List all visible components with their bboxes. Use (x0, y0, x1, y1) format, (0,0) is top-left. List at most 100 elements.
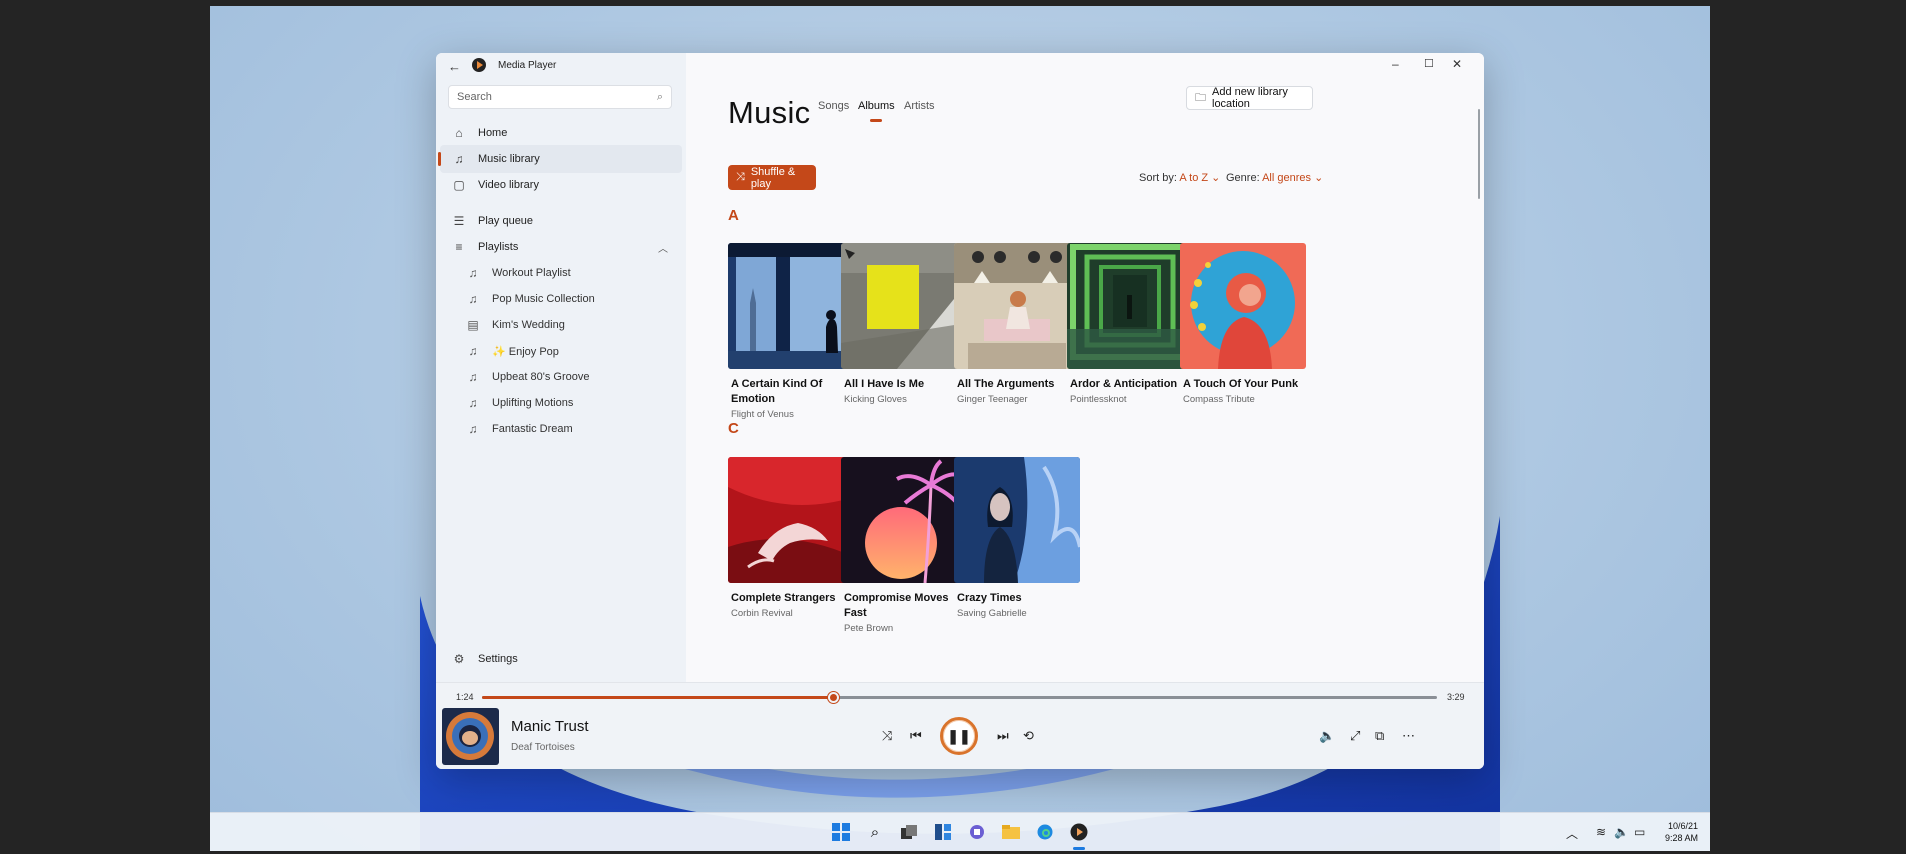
now-playing-album-art[interactable] (442, 708, 499, 765)
now-playing-bar: 1:24 3:29 Manic Trust Deaf Tortoises ⤨ ⏮ (436, 682, 1484, 769)
edge-icon[interactable] (1035, 822, 1055, 842)
genre-dropdown[interactable]: Genre: All genres ⌄ (1226, 171, 1323, 184)
album-artist: Ginger Teenager (957, 394, 1028, 405)
music-note-icon: ♫ (454, 152, 464, 166)
album-artist: Flight of Venus (731, 409, 794, 420)
album-tile[interactable]: All The Arguments Ginger Teenager (954, 243, 1080, 405)
seek-bar-thumb[interactable] (828, 692, 840, 703)
now-playing-artist[interactable]: Deaf Tortoises (511, 742, 575, 753)
chevron-up-icon[interactable]: ︿ (1566, 825, 1578, 842)
more-icon[interactable]: ⋯ (1402, 728, 1415, 744)
album-tile[interactable]: Compromise Moves Fast Pete Brown (841, 457, 967, 634)
sidebar-item-label: Play queue (478, 215, 534, 227)
shuffle-icon[interactable]: ⤨ (882, 728, 892, 744)
start-icon[interactable] (831, 822, 851, 842)
search-icon[interactable]: ⌕ (865, 822, 885, 842)
sidebar-item-video-library[interactable]: ▢ Video library (440, 171, 682, 199)
section-letter-a: A (728, 207, 739, 224)
volume-icon[interactable]: 🔈 (1614, 825, 1629, 839)
chat-icon[interactable] (967, 822, 987, 842)
section-letter-c: C (728, 420, 739, 437)
album-title: All I Have Is Me (844, 378, 925, 390)
add-library-location-button[interactable]: 🗀 Add new library location (1186, 86, 1313, 110)
album-tile[interactable]: A Touch Of Your Punk Compass Tribute (1180, 243, 1306, 405)
album-tile[interactable]: Ardor & Anticipation Pointlessknot (1067, 243, 1193, 405)
now-playing-title[interactable]: Manic Trust (511, 718, 589, 735)
volume-icon[interactable]: 🔈 (1319, 728, 1335, 744)
tab-artists[interactable]: Artists (904, 100, 935, 112)
scrollbar[interactable] (1478, 109, 1480, 199)
screen: ← Media Player ⌕ ⌂ Home ♫ Music library … (0, 0, 1906, 854)
search-box[interactable]: ⌕ (448, 85, 672, 109)
battery-icon[interactable]: ▭ (1634, 825, 1645, 839)
video-playlist-icon: ▤ (467, 318, 479, 332)
playlist-item[interactable]: ♫ Fantastic Dream (466, 416, 676, 442)
playlist-label: ✨ Enjoy Pop (492, 345, 559, 358)
media-player-window: ← Media Player ⌕ ⌂ Home ♫ Music library … (436, 53, 1484, 769)
album-title: A Touch Of Your Punk (1183, 378, 1299, 390)
playlist-item[interactable]: ♫ Upbeat 80's Groove (466, 364, 676, 390)
tab-songs[interactable]: Songs (818, 100, 849, 112)
album-title: Complete Strangers (731, 592, 836, 604)
playlist-item[interactable]: ♫ ✨ Enjoy Pop (466, 338, 676, 364)
genre-label: Genre: (1226, 172, 1260, 184)
maximize-icon[interactable]: ☐ (1424, 57, 1434, 70)
sidebar-item-label: Music library (478, 153, 540, 165)
playlist-item[interactable]: ♫ Uplifting Motions (466, 390, 676, 416)
tab-albums[interactable]: Albums (858, 100, 895, 112)
clock[interactable]: 10/6/21 9:28 AM (1665, 820, 1698, 844)
sidebar-item-music-library[interactable]: ♫ Music library (438, 145, 682, 173)
queue-icon: ☰ (453, 214, 465, 228)
task-view-icon[interactable] (899, 822, 919, 842)
next-icon[interactable]: ⏭ (997, 728, 1009, 744)
playlist-item[interactable]: ▤ Kim's Wedding (466, 312, 676, 338)
playlist-label: Pop Music Collection (492, 293, 595, 305)
chevron-down-icon: ⌄ (1211, 172, 1221, 184)
active-app-indicator (1073, 847, 1085, 850)
taskbar: ⌕ ︿ ≋ 🔈 ▭ 10/6/21 9:28 AM (210, 812, 1710, 851)
album-tile[interactable]: Crazy Times Saving Gabrielle (954, 457, 1080, 619)
playlist-item[interactable]: ♫ Workout Playlist (466, 260, 676, 286)
media-player-taskbar-icon[interactable] (1069, 822, 1089, 842)
album-art (728, 457, 854, 583)
sidebar-item-home[interactable]: ⌂ Home (440, 119, 682, 147)
album-tile[interactable]: Complete Strangers Corbin Revival (728, 457, 854, 619)
pause-button[interactable]: ❚❚ (940, 717, 978, 755)
playlist-label: Workout Playlist (492, 267, 571, 279)
sidebar-item-playlists[interactable]: ≡ Playlists ︿ (440, 233, 682, 261)
album-art (1067, 243, 1193, 369)
elapsed-time: 1:24 (456, 692, 474, 702)
seek-bar[interactable] (482, 692, 1437, 703)
album-tile[interactable]: A Certain Kind Of Emotion Flight of Venu… (728, 243, 854, 420)
album-artist: Pete Brown (844, 623, 894, 634)
widgets-icon[interactable] (933, 822, 953, 842)
back-arrow-icon[interactable]: ← (448, 59, 461, 74)
previous-icon[interactable]: ⏮ (910, 728, 922, 744)
sidebar-item-play-queue[interactable]: ☰ Play queue (440, 207, 682, 235)
album-art (841, 457, 967, 583)
minimize-icon[interactable]: – (1392, 57, 1399, 71)
sidebar-item-label: Video library (478, 179, 539, 191)
search-input[interactable] (449, 86, 639, 108)
file-explorer-icon[interactable] (1001, 822, 1021, 842)
search-icon[interactable]: ⌕ (657, 91, 663, 104)
close-icon[interactable]: ✕ (1452, 57, 1462, 71)
fullscreen-icon[interactable]: ⤢ (1350, 728, 1360, 744)
video-icon: ▢ (453, 178, 465, 192)
repeat-icon[interactable]: ⟲ (1023, 728, 1034, 744)
pause-icon: ❚❚ (947, 727, 971, 744)
album-art (1180, 243, 1306, 369)
shuffle-and-play-button[interactable]: ⤨ Shuffle & play (728, 165, 816, 190)
music-note-icon: ♫ (468, 370, 478, 384)
playlist-item[interactable]: ♫ Pop Music Collection (466, 286, 676, 312)
miniplayer-icon[interactable]: ⧉ (1375, 728, 1384, 744)
folder-add-icon: 🗀 (1195, 91, 1206, 104)
chevron-up-icon[interactable]: ︿ (658, 240, 668, 255)
album-tile[interactable]: All I Have Is Me Kicking Gloves (841, 243, 967, 405)
music-note-icon: ♫ (468, 396, 478, 410)
sidebar-item-settings[interactable]: ⚙ Settings (440, 645, 682, 673)
wifi-icon[interactable]: ≋ (1596, 825, 1606, 839)
playlists-icon: ≡ (455, 240, 463, 254)
sort-dropdown[interactable]: Sort by: A to Z ⌄ (1139, 171, 1220, 184)
sidebar-item-label: Settings (478, 653, 518, 665)
